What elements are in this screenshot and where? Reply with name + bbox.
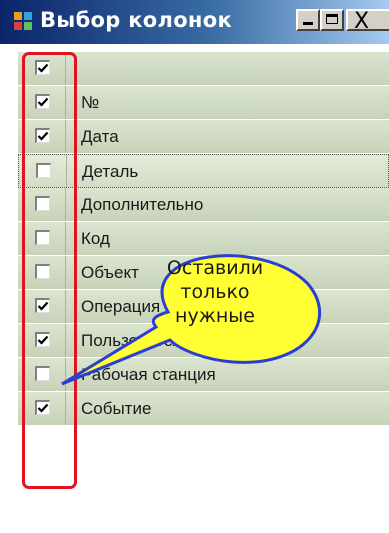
close-icon: X [354, 9, 370, 34]
maximize-icon [326, 14, 338, 24]
callout-line: только [180, 281, 250, 303]
column-label: № [81, 93, 100, 112]
minimize-button[interactable] [296, 9, 320, 31]
callout-line: нужные [175, 305, 255, 327]
column-label: Деталь [82, 162, 139, 181]
app-grid-icon [14, 12, 34, 32]
column-label: Событие [81, 399, 152, 418]
minimize-icon [303, 22, 313, 25]
column-label: Дата [81, 127, 119, 146]
close-button[interactable]: X [346, 9, 389, 34]
column-chooser-window: Выбор колонок X № Дата Деталь Дополнительно… [0, 0, 389, 533]
column-label: Дополнительно [81, 195, 204, 214]
window-title: Выбор колонок [40, 8, 233, 32]
maximize-button[interactable] [320, 9, 344, 31]
callout-line: Оставили [166, 257, 264, 279]
callout-text: Оставили только нужные [150, 256, 280, 328]
title-bar[interactable]: Выбор колонок X [0, 0, 389, 44]
